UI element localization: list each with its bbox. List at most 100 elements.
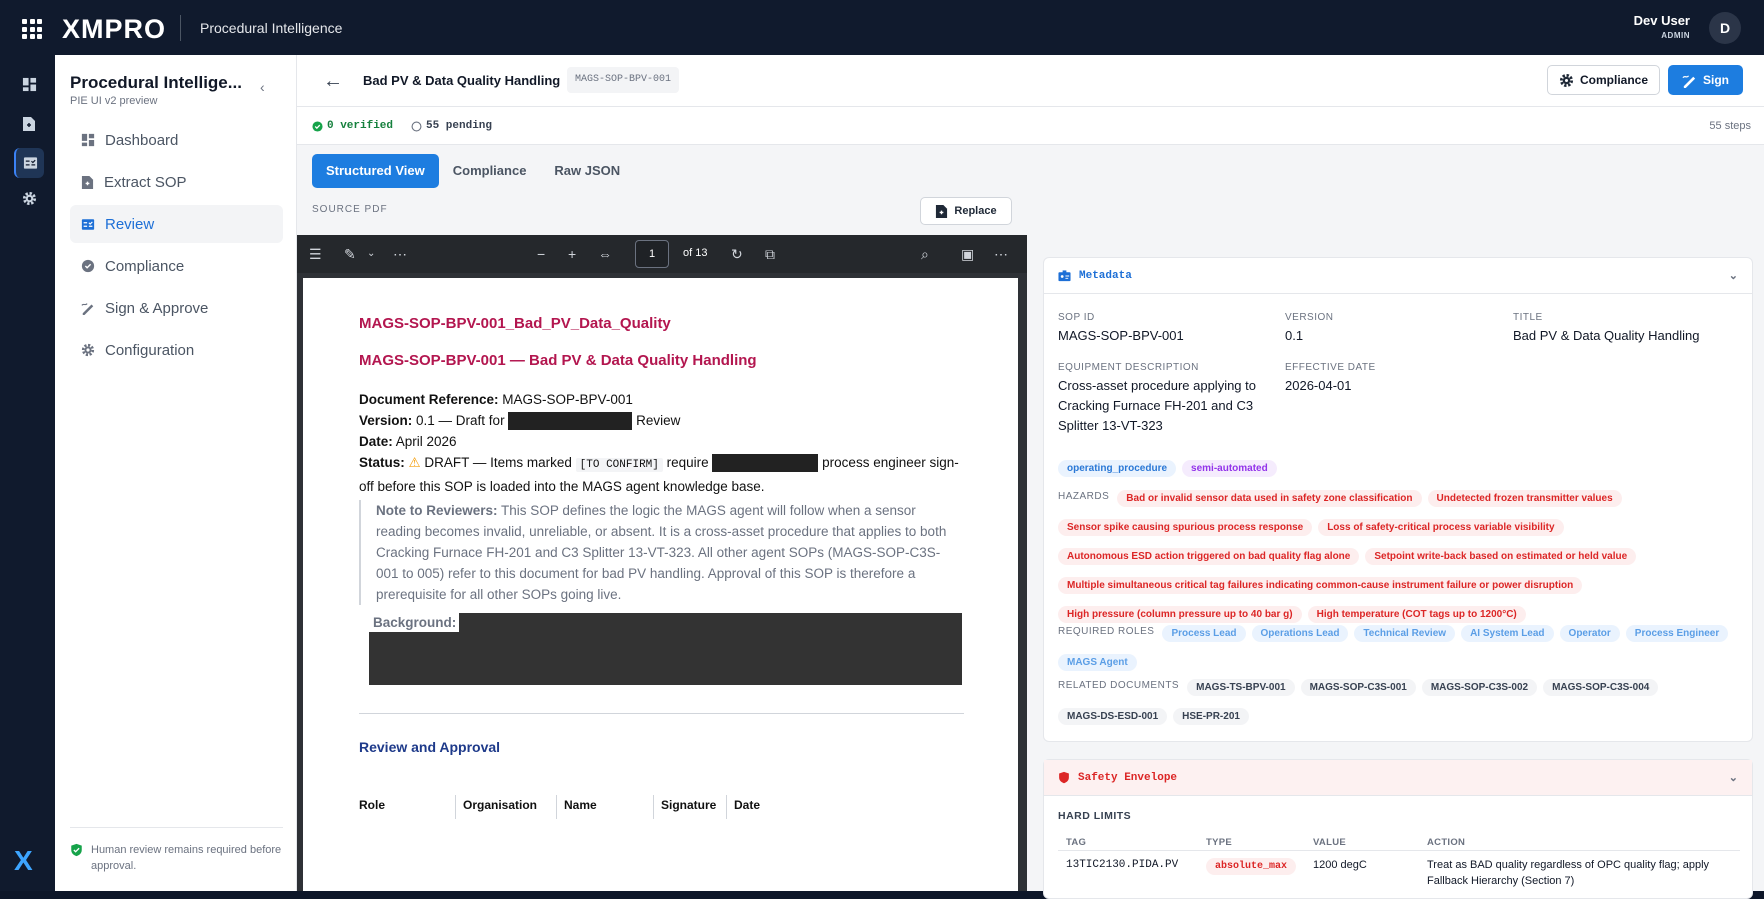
hazard-chip: Setpoint write-back based on estimated o… — [1365, 548, 1637, 565]
hazard-chip: Sensor spike causing spurious process re… — [1058, 519, 1313, 536]
avatar[interactable]: D — [1709, 12, 1741, 44]
related-chip[interactable]: MAGS-TS-BPV-001 — [1187, 679, 1295, 696]
sidebar-item-dashboard[interactable]: Dashboard — [70, 121, 283, 159]
search-icon[interactable]: ⌕ — [921, 246, 929, 263]
pdf-heading-2: MAGS-SOP-BPV-001 — Bad PV & Data Quality… — [359, 352, 757, 369]
page-number-input[interactable]: 1 — [635, 240, 669, 268]
sidebar-item-extract-sop[interactable]: Extract SOP — [70, 163, 283, 201]
related-chip[interactable]: MAGS-DS-ESD-001 — [1058, 708, 1168, 725]
id-badge-icon — [1058, 269, 1071, 281]
metadata-header[interactable]: Metadata ⌄ — [1044, 258, 1752, 294]
type-chip: operating_procedure — [1058, 460, 1177, 477]
redaction — [712, 454, 819, 473]
tab-compliance[interactable]: Compliance — [439, 154, 541, 188]
type-chip: semi-automated — [1182, 460, 1277, 477]
action-cell: Treat as BAD quality regardless of OPC q… — [1427, 859, 1710, 887]
more-icon[interactable]: ⋯ — [994, 246, 1008, 263]
equipment-value: Cross-asset procedure applying to Cracki… — [1058, 378, 1256, 433]
review-icon[interactable] — [14, 148, 44, 178]
role-chip: Process Engineer — [1625, 625, 1729, 642]
icon-rail: X — [0, 55, 55, 891]
sidebar-title: Procedural Intellige... — [70, 73, 242, 92]
page-count: of 13 — [683, 247, 708, 259]
card-title: Safety Envelope — [1078, 771, 1178, 784]
zoom-in-icon[interactable]: + — [568, 246, 576, 262]
verified-count: 0 verified — [312, 120, 393, 132]
more-icon[interactable]: ⋯ — [393, 246, 407, 263]
approval-table-header: Role Organisation Name Signature Date — [359, 795, 787, 819]
tab-raw-json[interactable]: Raw JSON — [540, 154, 634, 188]
sidebar-item-compliance[interactable]: Compliance — [70, 247, 283, 285]
footer-note: Human review remains required before app… — [91, 844, 282, 872]
compliance-button[interactable]: Compliance — [1547, 65, 1660, 95]
document-add-icon — [81, 175, 94, 189]
collapse-chevron-icon[interactable]: ‹ — [260, 79, 265, 95]
logo[interactable]: XMPRO — [62, 14, 166, 45]
hazard-chip: Undetected frozen transmitter values — [1427, 490, 1622, 507]
related-chip[interactable]: MAGS-SOP-C3S-002 — [1421, 679, 1538, 696]
sidebar-item-review[interactable]: Review — [70, 205, 283, 243]
sidebar-item-configuration[interactable]: Configuration — [70, 331, 283, 369]
back-arrow-icon[interactable]: ← — [320, 68, 346, 94]
value: MAGS-SOP-BPV-001 — [498, 392, 633, 407]
highlighter-icon[interactable]: ✎ — [344, 246, 356, 263]
app-title: Procedural Intelligence — [200, 20, 343, 36]
title-value: Bad PV & Data Quality Handling — [1513, 328, 1700, 343]
gear-icon — [1559, 73, 1574, 87]
doc-id-badge: MAGS-SOP-BPV-001 — [567, 67, 680, 93]
status-bar: 0 verified 55 pending 55 steps — [297, 107, 1764, 145]
hazard-chip: Autonomous ESD action triggered on bad q… — [1058, 548, 1360, 565]
chevron-down-icon[interactable]: ⌄ — [1729, 269, 1738, 283]
tab-structured-view[interactable]: Structured View — [312, 154, 439, 188]
sidebar: Procedural Intellige... PIE UI v2 previe… — [55, 55, 297, 891]
role-chip: Operator — [1559, 625, 1620, 642]
sidebar-item-label: Compliance — [105, 257, 185, 275]
replace-label: Replace — [954, 205, 997, 217]
related-chip[interactable]: MAGS-SOP-C3S-001 — [1300, 679, 1416, 696]
card-title: Metadata — [1079, 269, 1132, 282]
pdf-meta: Document Reference: MAGS-SOP-BPV-001 Ver… — [359, 389, 959, 497]
value: Review — [632, 413, 681, 428]
dashboard-icon[interactable] — [14, 69, 44, 99]
app-grid-icon[interactable] — [22, 19, 42, 39]
outline-icon[interactable]: ☰ — [309, 246, 322, 263]
user-info[interactable]: Dev User ADMIN — [1634, 13, 1690, 40]
code: [TO CONFIRM] — [575, 458, 663, 472]
page-header: ← Bad PV & Data Quality Handling MAGS-SO… — [297, 55, 1764, 107]
signature-icon — [81, 303, 94, 315]
chevron-down-icon[interactable]: ⌄ — [367, 248, 375, 259]
page-view-icon[interactable]: ⧉ — [765, 246, 775, 263]
role-chip: MAGS Agent — [1058, 654, 1137, 671]
zoom-out-icon[interactable]: − — [537, 246, 545, 262]
sign-button[interactable]: Sign — [1668, 65, 1743, 95]
page-title: Bad PV & Data Quality Handling — [363, 73, 561, 88]
type-chip: absolute_max — [1206, 858, 1297, 875]
review-heading: Review and Approval — [359, 739, 501, 755]
col-header: Organisation — [456, 795, 557, 819]
extract-icon[interactable] — [14, 109, 44, 139]
shield-icon — [1059, 771, 1069, 784]
sidebar-footer: Human review remains required before app… — [70, 827, 283, 874]
xmpro-x-icon[interactable]: X — [14, 845, 33, 877]
divider — [180, 15, 181, 41]
col-header: Name — [557, 795, 654, 819]
replace-button[interactable]: Replace — [920, 197, 1012, 225]
save-icon[interactable]: ▣ — [961, 246, 974, 263]
background-label: Background: — [369, 613, 460, 632]
rotate-icon[interactable]: ↻ — [731, 246, 743, 263]
role-chip: AI System Lead — [1461, 625, 1554, 642]
safety-header[interactable]: Safety Envelope ⌄ — [1044, 760, 1752, 796]
sidebar-item-sign-approve[interactable]: Sign & Approve — [70, 289, 283, 327]
hazard-chip: Multiple simultaneous critical tag failu… — [1058, 577, 1583, 594]
chevron-down-icon[interactable]: ⌄ — [1729, 771, 1738, 785]
settings-icon[interactable] — [14, 183, 44, 213]
label: Note to Reviewers: — [376, 503, 498, 518]
sign-button-label: Sign — [1703, 73, 1729, 87]
fit-width-icon[interactable]: ⇔ — [598, 246, 612, 262]
hazards-label: HAZARDS — [1058, 491, 1110, 502]
related-chip[interactable]: HSE-PR-201 — [1173, 708, 1249, 725]
file-add-icon — [936, 204, 948, 218]
value: 0.1 — Draft for — [412, 413, 509, 428]
dashboard-icon — [81, 133, 95, 147]
related-chip[interactable]: MAGS-SOP-C3S-004 — [1543, 679, 1659, 696]
